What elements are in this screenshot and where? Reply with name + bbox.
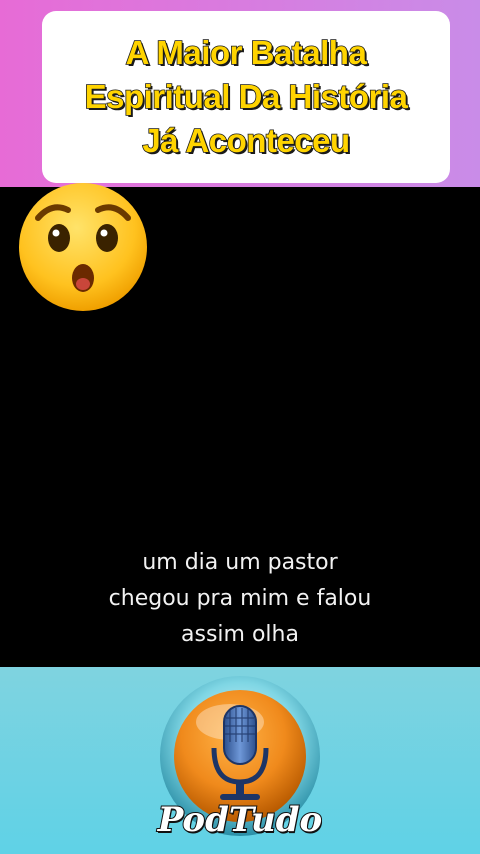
hushed-face-icon	[19, 183, 147, 311]
title-line-2: Espiritual Da História	[84, 77, 409, 116]
title-card: A Maior Batalha Espiritual Da História J…	[42, 11, 450, 183]
subtitle-block: um dia um pastor chegou pra mim e falou …	[0, 545, 480, 653]
title-line-1: A Maior Batalha	[125, 33, 368, 72]
subtitle-line-3: assim olha	[181, 622, 299, 647]
subtitle-line-1: um dia um pastor	[142, 550, 338, 575]
subtitle-line-2: chegou pra mim e falou	[108, 586, 372, 611]
title-line-3: Já Aconteceu	[142, 121, 351, 160]
logo-wordmark: PodTudo	[157, 799, 323, 841]
